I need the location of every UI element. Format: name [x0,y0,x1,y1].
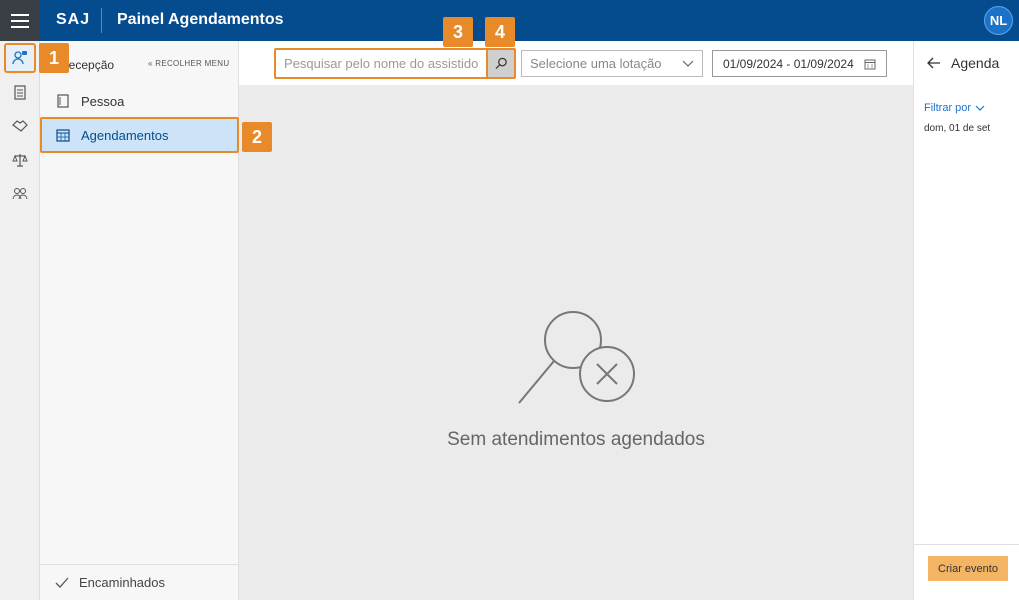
calendar-icon [55,127,71,143]
callout-2: 2 [242,122,272,152]
agenda-date: dom, 01 de set [924,123,991,134]
menu-item-label: Pessoa [81,93,125,109]
menu-item-label: Encaminhados [79,575,165,590]
rail-clipboard[interactable] [4,77,36,107]
empty-state-message: Sem atendimentos agendados [447,429,705,450]
search-button[interactable] [486,50,514,77]
agenda-panel: Agenda Filtrar por dom, 01 de set Criar … [913,41,1019,600]
search-input[interactable] [276,50,486,77]
clipboard-icon [14,85,26,100]
agenda-footer: Criar evento [914,544,1019,600]
scales-icon [12,154,28,167]
people-icon [12,188,28,200]
arrow-left-icon[interactable] [927,56,941,70]
no-results-icon [518,311,635,404]
filter-dropdown[interactable]: Filtrar por [924,102,985,114]
date-range-value: 01/09/2024 - 01/09/2024 [723,56,854,71]
rail-scales[interactable] [4,145,36,175]
check-icon [55,576,69,590]
page-title: Painel Agendamentos [117,11,284,28]
menu-item-label: Agendamentos [81,127,169,143]
hamburger-menu-icon[interactable] [0,0,40,41]
user-name[interactable] [730,13,970,27]
reception-icon [12,51,27,65]
brand-logo[interactable]: SAJ [56,11,90,29]
agenda-title: Agenda [951,55,1000,71]
chevron-down-icon [975,105,985,111]
brand-separator [101,8,102,33]
date-range-picker[interactable]: 01/09/2024 - 01/09/2024 [712,50,887,77]
lotacao-select[interactable]: Selecione uma lotação [521,50,703,77]
menu-item-agendamentos[interactable]: Agendamentos [40,117,239,153]
rail-reception[interactable] [4,43,36,73]
filter-label: Filtrar por [924,102,972,114]
side-menu: Recepção « RECOLHER MENU Pessoa Agendame… [40,41,239,600]
filter-toolbar: Selecione uma lotação 01/09/2024 - 01/09… [239,41,913,85]
callout-3: 3 [443,17,473,47]
rail-people[interactable] [4,179,36,209]
calendar-icon [864,59,876,69]
lotacao-select-value: Selecione uma lotação [530,56,662,71]
search-icon [495,57,507,70]
rail-handshake[interactable] [4,111,36,141]
search-group [274,48,516,79]
user-avatar[interactable]: NL [984,6,1013,35]
module-rail [0,41,40,600]
menu-item-pessoa[interactable]: Pessoa [40,83,239,119]
callout-1: 1 [39,43,69,73]
create-event-button[interactable]: Criar evento [928,556,1008,581]
collapse-menu-button[interactable]: « RECOLHER MENU [148,59,229,68]
chevron-down-icon [682,60,694,67]
agenda-header: Agenda [914,41,1019,85]
main-content: Selecione uma lotação 01/09/2024 - 01/09… [239,41,913,600]
person-card-icon [55,93,71,109]
menu-item-encaminhados[interactable]: Encaminhados [40,564,239,600]
handshake-icon [12,120,28,132]
callout-4: 4 [485,17,515,47]
